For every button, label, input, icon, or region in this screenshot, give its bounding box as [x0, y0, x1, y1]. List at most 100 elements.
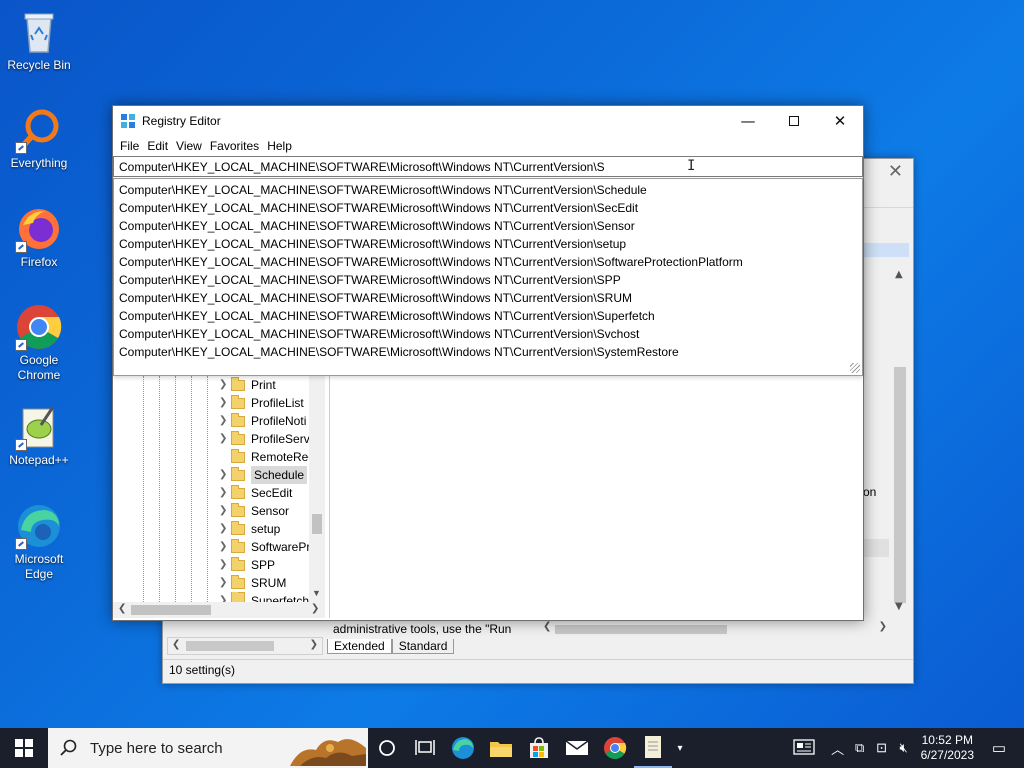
- address-text: Computer\HKEY_LOCAL_MACHINE\SOFTWARE\Mic…: [119, 160, 605, 174]
- chevron-right-icon[interactable]: ❯: [219, 592, 231, 602]
- tree-item-softwarepr[interactable]: ❯ SoftwarePr: [219, 538, 310, 556]
- tree-item-sensor[interactable]: ❯ Sensor: [219, 502, 289, 520]
- tree-item-remotereg[interactable]: RemoteReg: [219, 448, 315, 466]
- chevron-right-icon[interactable]: ❯: [219, 556, 231, 574]
- desktop-icon-everything[interactable]: Everything: [4, 106, 74, 171]
- taskbar-mail[interactable]: [558, 728, 596, 768]
- tree-item-profilenoti[interactable]: ❯ ProfileNoti: [219, 412, 306, 430]
- menu-favorites[interactable]: Favorites: [209, 139, 266, 153]
- desktop-icon-notepadpp[interactable]: Notepad++: [4, 403, 74, 468]
- values-pane[interactable]: [329, 376, 863, 618]
- chevron-right-icon[interactable]: ❯: [219, 484, 231, 502]
- taskbar-store[interactable]: [520, 728, 558, 768]
- start-button[interactable]: [0, 728, 48, 768]
- tree-item-profilelist[interactable]: ❯ ProfileList: [219, 394, 304, 412]
- meet-now-icon[interactable]: ⧉: [849, 740, 871, 756]
- suggestion-item[interactable]: Computer\HKEY_LOCAL_MACHINE\SOFTWARE\Mic…: [114, 289, 862, 307]
- desktop-icon-firefox[interactable]: Firefox: [4, 205, 74, 270]
- back-left-hscroll[interactable]: ❮ ❯: [167, 637, 323, 655]
- search-highlight-image-icon: [290, 739, 366, 766]
- tree-item-schedule[interactable]: ❯ Schedule: [219, 466, 308, 484]
- background-window-close-icon[interactable]: ✕: [888, 161, 903, 182]
- back-scroll-up-icon[interactable]: ▲: [895, 269, 903, 280]
- system-tray: ︿ ⧉ ⊡ 🔇︎ 10:52 PM 6/27/2023 ▭: [792, 728, 1024, 768]
- chevron-right-icon[interactable]: ❯: [219, 394, 231, 412]
- status-bar: 10 setting(s): [163, 659, 913, 683]
- suggestion-item[interactable]: Computer\HKEY_LOCAL_MACHINE\SOFTWARE\Mic…: [114, 217, 862, 235]
- chevron-right-icon[interactable]: ❯: [219, 520, 231, 538]
- tree-item-superfetch[interactable]: ❯ Superfetch: [219, 592, 309, 602]
- taskbar-notepad[interactable]: [634, 728, 672, 768]
- maximize-button[interactable]: [771, 106, 817, 136]
- chevron-right-icon[interactable]: ❯: [219, 376, 231, 394]
- address-suggestion-list[interactable]: Computer\HKEY_LOCAL_MACHINE\SOFTWARE\Mic…: [113, 178, 863, 376]
- tree-item-srum[interactable]: ❯ SRUM: [219, 574, 286, 592]
- tree-item-print[interactable]: ❯ Print: [219, 376, 276, 394]
- desktop-icon-recycle-bin[interactable]: Recycle Bin: [4, 8, 74, 73]
- menu-edit[interactable]: Edit: [146, 139, 175, 153]
- registry-editor-window[interactable]: Registry Editor — ✕ File Edit View Favor…: [112, 105, 864, 621]
- menu-help[interactable]: Help: [266, 139, 299, 153]
- suggestion-item[interactable]: Computer\HKEY_LOCAL_MACHINE\SOFTWARE\Mic…: [114, 325, 862, 343]
- news-widget-icon[interactable]: [792, 738, 815, 758]
- tree-vertical-scrollbar[interactable]: ▼: [309, 376, 325, 602]
- cortana-icon: [379, 740, 395, 756]
- key-tree[interactable]: ❯ Print ❯ ProfileList ❯ ProfileNoti ❯ Profil…: [113, 376, 325, 602]
- folder-icon: [231, 574, 245, 589]
- tab-standard[interactable]: Standard: [391, 639, 455, 654]
- hscroll-thumb[interactable]: [131, 605, 211, 615]
- taskbar-search-box[interactable]: Type here to search: [48, 728, 368, 768]
- suggestion-item[interactable]: Computer\HKEY_LOCAL_MACHINE\SOFTWARE\Mic…: [114, 181, 862, 199]
- clock[interactable]: 10:52 PM 6/27/2023: [921, 733, 974, 763]
- task-view-button-2[interactable]: [406, 728, 444, 768]
- address-bar[interactable]: Computer\HKEY_LOCAL_MACHINE\SOFTWARE\Mic…: [113, 156, 863, 177]
- close-button[interactable]: ✕: [817, 106, 863, 136]
- chevron-right-icon[interactable]: ❯: [219, 466, 231, 484]
- tab-extended[interactable]: Extended: [327, 639, 392, 654]
- registry-editor-icon: [120, 113, 136, 129]
- suggestion-item[interactable]: Computer\HKEY_LOCAL_MACHINE\SOFTWARE\Mic…: [114, 307, 862, 325]
- tree-item-spp[interactable]: ❯ SPP: [219, 556, 275, 574]
- task-view-button[interactable]: [368, 728, 406, 768]
- suggestion-item[interactable]: Computer\HKEY_LOCAL_MACHINE\SOFTWARE\Mic…: [114, 199, 862, 217]
- suggestion-item[interactable]: Computer\HKEY_LOCAL_MACHINE\SOFTWARE\Mic…: [114, 271, 862, 289]
- desktop-icon-edge[interactable]: Microsoft Edge: [4, 502, 74, 582]
- desktop-icon-chrome[interactable]: Google Chrome: [4, 303, 74, 383]
- minimize-button[interactable]: —: [725, 106, 771, 136]
- chevron-right-icon[interactable]: ❯: [219, 502, 231, 520]
- suggestion-item[interactable]: Computer\HKEY_LOCAL_MACHINE\SOFTWARE\Mic…: [114, 343, 862, 361]
- menu-view[interactable]: View: [175, 139, 209, 153]
- tree-item-setup[interactable]: ❯ setup: [219, 520, 280, 538]
- menu-file[interactable]: File: [119, 139, 146, 153]
- chevron-right-icon[interactable]: ❯: [219, 412, 231, 430]
- resize-grip-icon[interactable]: [850, 363, 860, 373]
- tree-item-profileserv[interactable]: ❯ ProfileServ: [219, 430, 310, 448]
- scroll-left-icon[interactable]: ❮: [118, 603, 126, 614]
- scroll-thumb[interactable]: [312, 514, 322, 534]
- suggestion-item[interactable]: Computer\HKEY_LOCAL_MACHINE\SOFTWARE\Mic…: [114, 253, 862, 271]
- taskbar-overflow[interactable]: ▾: [672, 728, 688, 768]
- folder-icon: [231, 430, 245, 445]
- notification-icon[interactable]: ▭: [988, 739, 1010, 757]
- chevron-right-icon[interactable]: ❯: [219, 430, 231, 448]
- taskbar-chrome[interactable]: [596, 728, 634, 768]
- back-scroll-down-icon[interactable]: ▼: [895, 601, 903, 612]
- scroll-right-icon[interactable]: ❯: [311, 603, 319, 614]
- suggestion-item[interactable]: Computer\HKEY_LOCAL_MACHINE\SOFTWARE\Mic…: [114, 235, 862, 253]
- volume-muted-icon[interactable]: 🔇︎: [893, 740, 915, 756]
- back-right-hscroll[interactable]: ❮ ❯: [539, 621, 889, 637]
- tree-item-secedit[interactable]: ❯ SecEdit: [219, 484, 292, 502]
- taskbar-file-explorer[interactable]: [482, 728, 520, 768]
- back-scroll-thumb[interactable]: [894, 367, 906, 603]
- partial-text: on: [863, 485, 877, 499]
- chevron-right-icon[interactable]: ❯: [219, 538, 231, 556]
- tree-horizontal-scrollbar[interactable]: ❮ ❯: [113, 602, 325, 618]
- menu-bar: File Edit View Favorites Help: [113, 136, 863, 156]
- scroll-down-icon[interactable]: ▼: [312, 588, 321, 598]
- taskbar-edge[interactable]: [444, 728, 482, 768]
- chevron-right-icon[interactable]: ❯: [219, 574, 231, 592]
- folder-icon: [231, 466, 245, 481]
- title-bar[interactable]: Registry Editor — ✕: [113, 106, 863, 136]
- chevron-up-icon[interactable]: ︿: [827, 739, 849, 758]
- network-icon[interactable]: ⊡: [871, 740, 893, 756]
